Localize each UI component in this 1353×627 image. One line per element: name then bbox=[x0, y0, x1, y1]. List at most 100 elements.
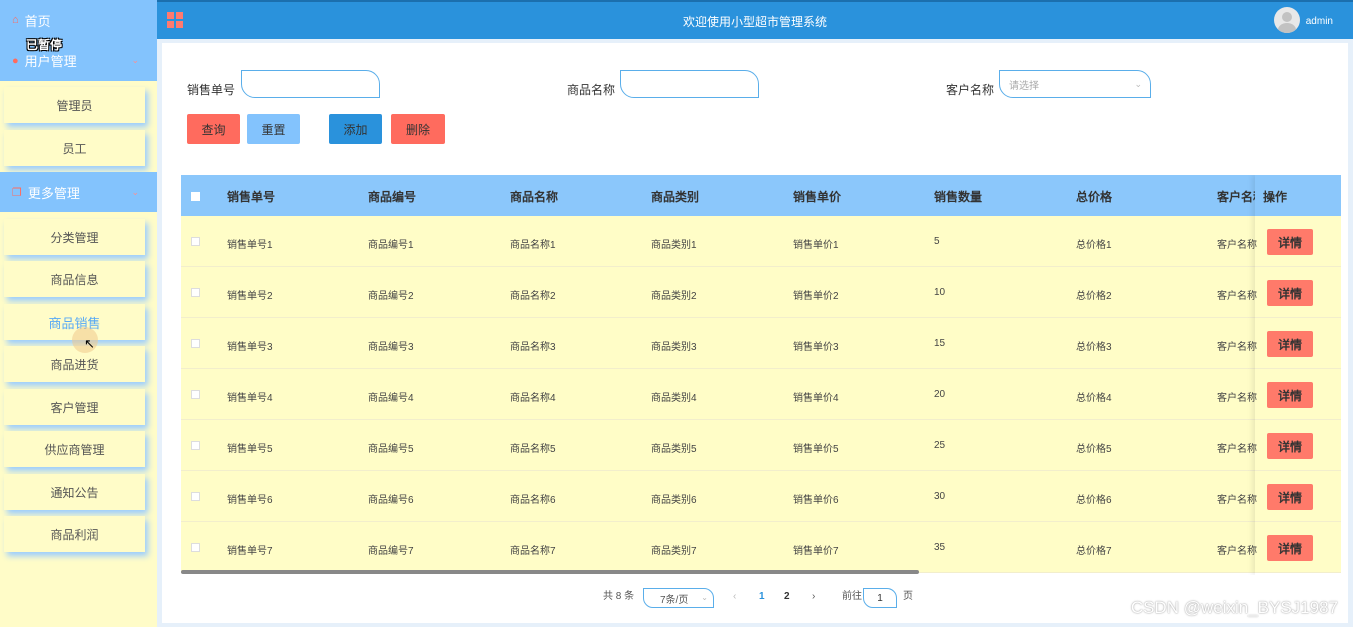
delete-button[interactable]: 删除 bbox=[391, 114, 445, 144]
col-header[interactable]: 商品类别 bbox=[651, 188, 699, 205]
table-row[interactable]: 销售单号7 商品编号7 商品名称7 商品类别7 销售单价7 35 总价格7 客户名称 bbox=[181, 522, 1341, 573]
table-row[interactable]: 销售单号6 商品编号6 商品名称6 商品类别6 销售单价6 30 总价格6 客户名称 bbox=[181, 471, 1341, 522]
table-cell: 销售单价2 bbox=[793, 291, 839, 302]
detail-button[interactable]: 详情 bbox=[1267, 382, 1313, 408]
sidebar-group-more[interactable]: ❐ 更多管理 ⌄ bbox=[0, 172, 157, 212]
detail-button[interactable]: 详情 bbox=[1267, 229, 1313, 255]
table-cell: 客户名称 bbox=[1217, 444, 1257, 455]
row-checkbox[interactable] bbox=[191, 441, 200, 450]
table-cell: 商品名称7 bbox=[510, 546, 556, 557]
page-1-button[interactable]: 1 bbox=[759, 591, 765, 602]
table-cell: 客户名称 bbox=[1217, 240, 1257, 251]
row-checkbox[interactable] bbox=[191, 237, 200, 246]
col-header[interactable]: 销售单价 bbox=[793, 188, 841, 205]
table-row[interactable]: 销售单号2 商品编号2 商品名称2 商品类别2 销售单价2 10 总价格2 客户名称 bbox=[181, 267, 1341, 318]
row-checkbox[interactable] bbox=[191, 492, 200, 501]
table-cell: 销售单号5 bbox=[227, 444, 273, 455]
next-page-button[interactable]: › bbox=[812, 591, 815, 602]
row-checkbox[interactable] bbox=[191, 390, 200, 399]
table-cell: 总价格4 bbox=[1076, 393, 1112, 404]
product-name-input[interactable] bbox=[620, 70, 759, 98]
customer-select[interactable]: 请选择 ⌄ bbox=[999, 70, 1151, 98]
table-cell: 商品编号4 bbox=[368, 393, 414, 404]
page-size-select[interactable]: 7条/页 ⌄ bbox=[643, 588, 714, 608]
table-cell: 35 bbox=[934, 542, 946, 553]
table-cell: 商品名称2 bbox=[510, 291, 556, 302]
table-row[interactable]: 销售单号1 商品编号1 商品名称1 商品类别1 销售单价1 5 总价格1 客户名称 bbox=[181, 216, 1341, 267]
sidebar-item-staff[interactable]: 员工 bbox=[4, 130, 145, 166]
sidebar-item-customers[interactable]: 客户管理 bbox=[4, 389, 145, 425]
customer-label: 客户名称 bbox=[946, 83, 995, 97]
row-checkbox[interactable] bbox=[191, 543, 200, 552]
chevron-down-icon: ⌄ bbox=[131, 186, 139, 197]
col-header[interactable]: 销售单号 bbox=[227, 188, 275, 205]
col-header: 操作 bbox=[1263, 190, 1288, 204]
table-cell: 商品名称4 bbox=[510, 393, 556, 404]
table-cell: 商品类别5 bbox=[651, 444, 697, 455]
sidebar-item-purchase[interactable]: 商品进货 bbox=[4, 346, 145, 382]
table-cell: 商品类别2 bbox=[651, 291, 697, 302]
table-cell: 15 bbox=[934, 338, 946, 349]
top-bar: 欢迎使用小型超市管理系统 admin bbox=[157, 0, 1353, 39]
col-header[interactable]: 总价格 bbox=[1076, 188, 1112, 205]
table-row[interactable]: 销售单号3 商品编号3 商品名称3 商品类别3 销售单价3 15 总价格3 客户名称 bbox=[181, 318, 1341, 369]
table-row[interactable]: 销售单号5 商品编号5 商品名称5 商品类别5 销售单价5 25 总价格5 客户名称 bbox=[181, 420, 1341, 471]
sale-no-input[interactable] bbox=[241, 70, 380, 98]
detail-button[interactable]: 详情 bbox=[1267, 280, 1313, 306]
horizontal-scrollbar[interactable] bbox=[181, 570, 919, 574]
avatar[interactable] bbox=[1274, 7, 1300, 33]
table-cell: 商品类别7 bbox=[651, 546, 697, 557]
table-row[interactable]: 销售单号4 商品编号4 商品名称4 商品类别4 销售单价4 20 总价格4 客户名称 bbox=[181, 369, 1341, 420]
reset-button[interactable]: 重置 bbox=[247, 114, 300, 144]
table-cell: 30 bbox=[934, 491, 946, 502]
sidebar-home[interactable]: ⌂ 首页 bbox=[0, 0, 157, 40]
app-title: 欢迎使用小型超市管理系统 bbox=[682, 15, 827, 29]
table-cell: 销售单价3 bbox=[793, 342, 839, 353]
goto-page-input[interactable]: 1 bbox=[863, 588, 897, 608]
sidebar-item-admin[interactable]: 管理员 bbox=[4, 87, 145, 123]
row-checkbox[interactable] bbox=[191, 288, 200, 297]
col-header[interactable]: 商品名称 bbox=[510, 188, 558, 205]
table-cell: 客户名称 bbox=[1217, 291, 1257, 302]
sidebar-item-label: 商品利润 bbox=[50, 527, 99, 542]
chevron-down-icon: ⌄ bbox=[1134, 79, 1142, 89]
sidebar-item-label: 通知公告 bbox=[50, 485, 99, 500]
detail-button[interactable]: 详情 bbox=[1267, 433, 1313, 459]
table-cell: 商品编号2 bbox=[368, 291, 414, 302]
sidebar-item-label: 员工 bbox=[62, 141, 87, 156]
prev-page-button[interactable]: ‹ bbox=[733, 591, 736, 602]
username[interactable]: admin bbox=[1306, 16, 1333, 27]
sidebar-item-notices[interactable]: 通知公告 bbox=[4, 474, 145, 510]
table-cell: 总价格6 bbox=[1076, 495, 1112, 506]
page-2-button[interactable]: 2 bbox=[784, 591, 790, 602]
table-cell: 总价格1 bbox=[1076, 240, 1112, 251]
detail-button[interactable]: 详情 bbox=[1267, 484, 1313, 510]
sidebar-item-product-info[interactable]: 商品信息 bbox=[4, 261, 145, 297]
detail-button[interactable]: 详情 bbox=[1267, 535, 1313, 561]
customer-select-placeholder: 请选择 bbox=[1009, 80, 1039, 92]
table-cell: 销售单号1 bbox=[227, 240, 273, 251]
table-cell: 客户名称 bbox=[1217, 342, 1257, 353]
table-cell: 商品编号5 bbox=[368, 444, 414, 455]
query-button[interactable]: 查询 bbox=[187, 114, 240, 144]
page-suffix: 页 bbox=[903, 591, 913, 602]
table-cell: 客户名称 bbox=[1217, 393, 1257, 404]
op-header: 操作 bbox=[1255, 175, 1341, 216]
sidebar-item-label: 分类管理 bbox=[50, 230, 99, 245]
detail-button[interactable]: 详情 bbox=[1267, 331, 1313, 357]
row-checkbox[interactable] bbox=[191, 339, 200, 348]
table-cell: 总价格2 bbox=[1076, 291, 1112, 302]
table-cell: 客户名称 bbox=[1217, 546, 1257, 557]
col-header[interactable]: 商品编号 bbox=[368, 188, 416, 205]
add-button[interactable]: 添加 bbox=[329, 114, 382, 144]
sidebar-item-category[interactable]: 分类管理 bbox=[4, 219, 145, 255]
col-header[interactable]: 销售数量 bbox=[934, 188, 982, 205]
sidebar-group-user[interactable]: ● 用户管理 ⌄ bbox=[0, 40, 157, 81]
table-cell: 10 bbox=[934, 287, 946, 298]
copy-icon: ❐ bbox=[12, 186, 22, 199]
select-all-checkbox[interactable] bbox=[191, 192, 200, 201]
sidebar-item-profit[interactable]: 商品利润 bbox=[4, 516, 145, 552]
sidebar-item-suppliers[interactable]: 供应商管理 bbox=[4, 431, 145, 467]
sidebar-item-label: 客户管理 bbox=[50, 400, 99, 415]
paused-overlay: 已暂停 bbox=[26, 38, 63, 52]
